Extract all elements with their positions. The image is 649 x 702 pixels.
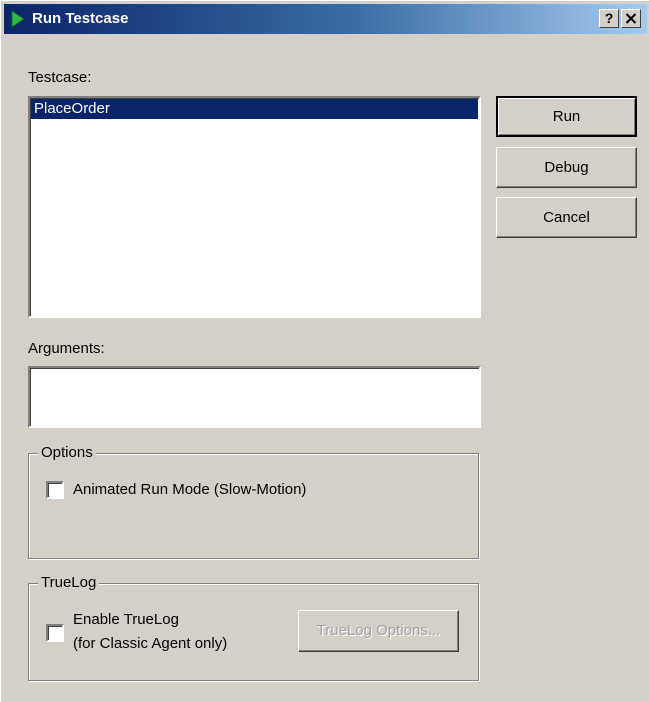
debug-button[interactable]: Debug (496, 147, 637, 188)
options-group: Options Animated Run Mode (Slow-Motion) (28, 444, 479, 559)
list-item[interactable]: PlaceOrder (31, 99, 478, 119)
animated-run-mode-checkbox[interactable] (46, 481, 64, 499)
enable-truelog-sublabel: (for Classic Agent only) (73, 635, 228, 652)
testcase-label: Testcase: (28, 69, 92, 86)
help-button[interactable]: ? (599, 9, 619, 28)
title-bar[interactable]: Run Testcase ? (4, 4, 647, 34)
enable-truelog-label: Enable TrueLog (73, 611, 179, 628)
run-arrow-icon (11, 10, 25, 28)
enable-truelog-checkbox[interactable] (46, 624, 64, 642)
testcase-list[interactable]: PlaceOrder (28, 96, 481, 318)
animated-run-mode-label: Animated Run Mode (Slow-Motion) (73, 481, 307, 498)
run-testcase-dialog: Run Testcase ? Testcase: PlaceOrder Run … (0, 0, 649, 702)
cancel-button[interactable]: Cancel (496, 197, 637, 238)
close-icon (625, 13, 637, 24)
window-title: Run Testcase (32, 10, 129, 27)
arguments-label: Arguments: (28, 340, 105, 357)
truelog-group: TrueLog Enable TrueLog (for Classic Agen… (28, 574, 479, 681)
truelog-options-button[interactable]: TrueLog Options... (298, 610, 459, 652)
run-button[interactable]: Run (496, 96, 637, 137)
truelog-legend: TrueLog (38, 574, 100, 592)
options-legend: Options (38, 444, 96, 462)
arguments-input[interactable] (28, 366, 481, 428)
close-button[interactable] (621, 9, 641, 28)
